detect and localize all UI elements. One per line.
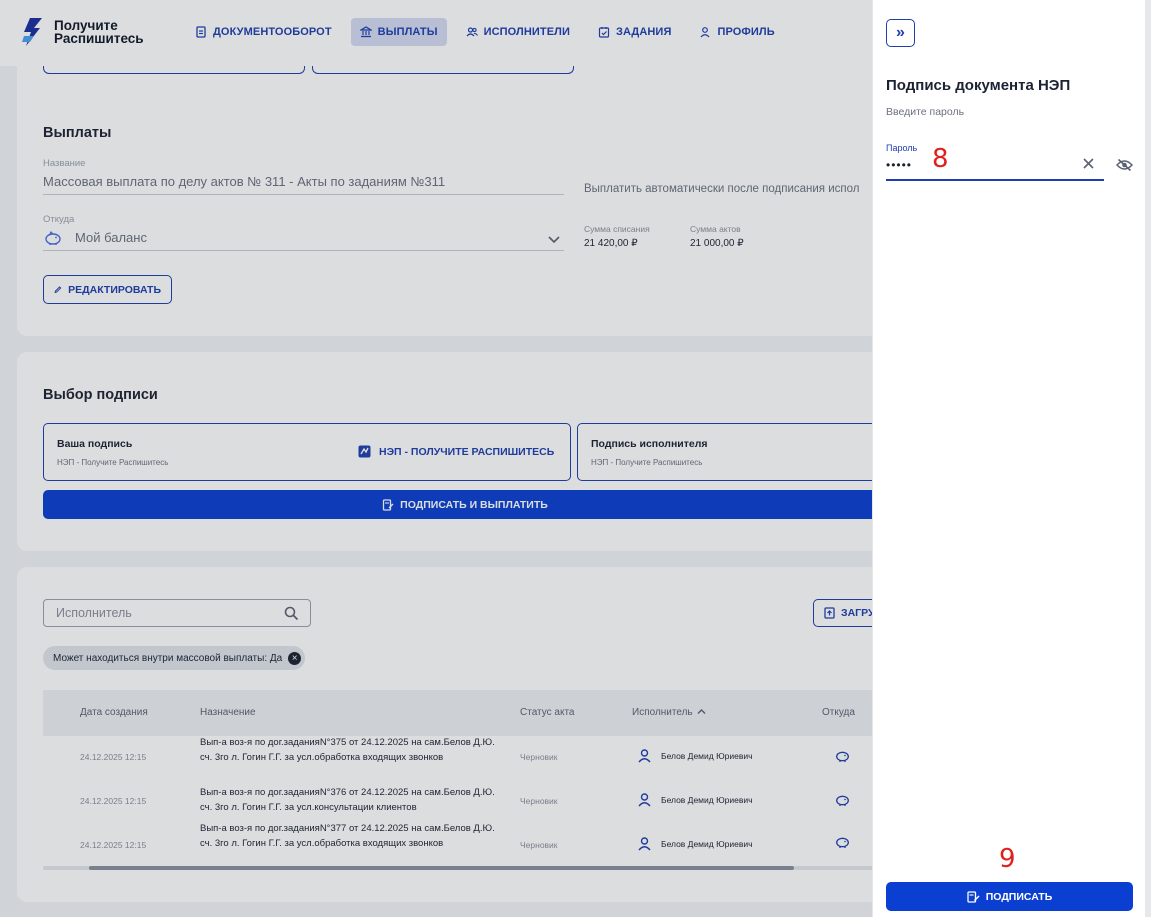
password-underline xyxy=(886,179,1104,181)
panel-subtitle: Введите пароль xyxy=(886,106,965,118)
sign-button[interactable]: ПОДПИСАТЬ xyxy=(886,882,1133,911)
panel-title: Подпись документа НЭП xyxy=(886,77,1071,94)
sign-panel: » Подпись документа НЭП Введите пароль П… xyxy=(872,0,1151,917)
password-label: Пароль xyxy=(886,143,918,153)
double-chevron-right-icon: » xyxy=(896,24,905,41)
password-field[interactable]: ••••• xyxy=(886,158,912,172)
eye-off-icon[interactable] xyxy=(1115,158,1134,177)
collapse-panel-button[interactable]: » xyxy=(886,19,915,47)
panel-scroll-edge xyxy=(1145,0,1151,917)
annotation-marker-9: 9 xyxy=(999,844,1016,874)
annotation-marker-8: 8 xyxy=(932,144,949,174)
modal-backdrop[interactable] xyxy=(0,0,872,917)
sign-document-icon xyxy=(967,890,980,903)
sign-button-label: ПОДПИСАТЬ xyxy=(985,890,1053,903)
clear-icon[interactable] xyxy=(1082,157,1095,175)
